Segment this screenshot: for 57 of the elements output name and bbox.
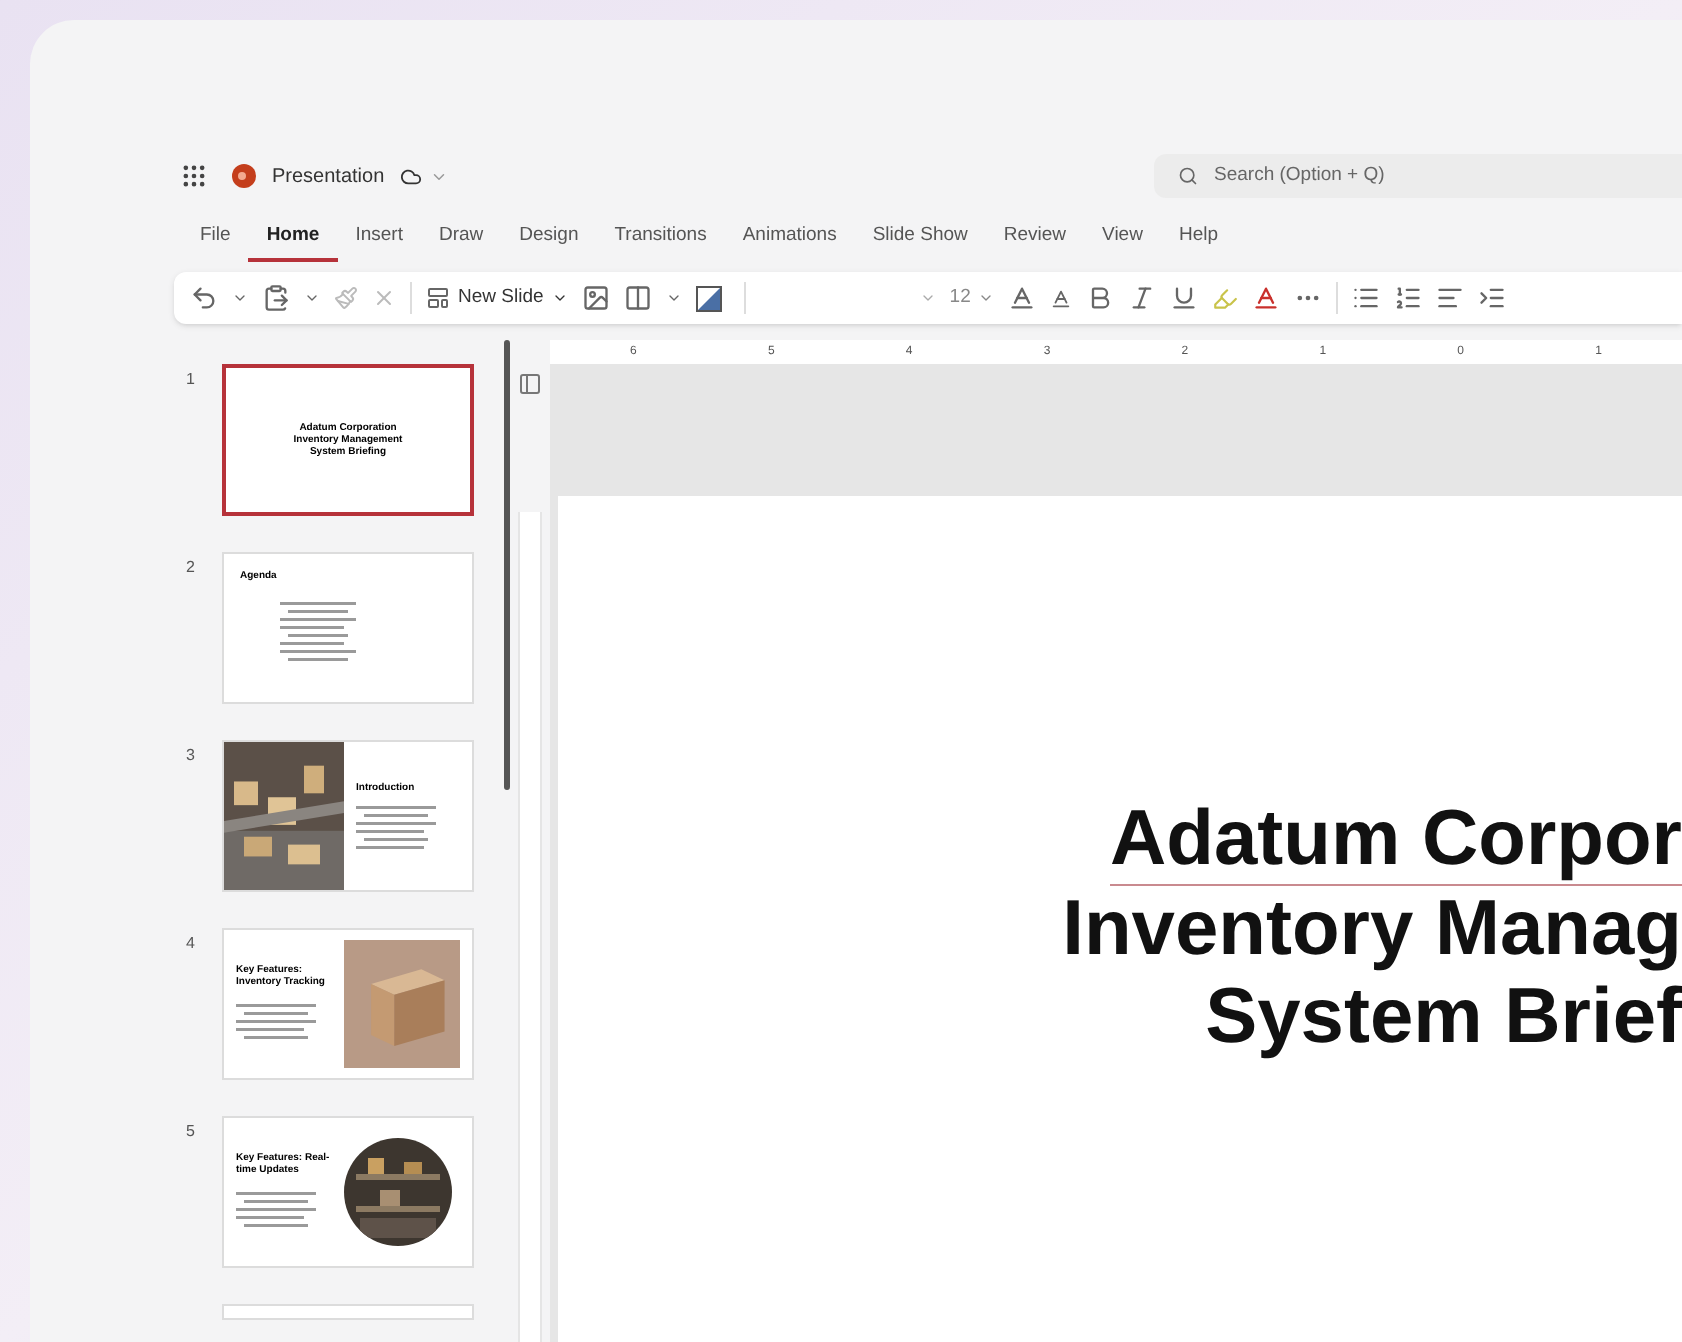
chevron-icon [978, 290, 995, 306]
text-lines-drawing [236, 1192, 316, 1232]
bold-icon[interactable] [1086, 284, 1115, 312]
ribbon-tab[interactable]: View [1084, 214, 1161, 262]
panel-toggle-icon[interactable] [518, 372, 542, 396]
ribbon-tab[interactable]: Draw [420, 214, 502, 262]
numbering-icon[interactable] [1394, 284, 1423, 312]
app-launcher-icon[interactable] [180, 162, 208, 190]
search-field[interactable]: Search (Option + Q) [1154, 154, 1682, 198]
scrollbar[interactable] [504, 340, 510, 790]
underline-icon[interactable] [1170, 284, 1199, 312]
slide-canvas[interactable]: Adatum Corpor Inventory Manag System Brief [558, 496, 1682, 1342]
slide-title: System Brief [1205, 974, 1682, 1062]
new-slide-button[interactable]: New Slide [426, 283, 568, 313]
ribbon-tab[interactable]: Help [1160, 214, 1236, 262]
chevron-icon[interactable] [232, 290, 248, 306]
font-color-icon[interactable] [1252, 284, 1281, 312]
slide-number: 4 [186, 932, 197, 956]
reuse-slide-icon[interactable] [581, 284, 610, 312]
slide-number: 5 [186, 1120, 197, 1144]
slide-layout-icon [426, 286, 450, 310]
ribbon-tab[interactable]: Transitions [596, 214, 725, 262]
bullets-icon[interactable] [1352, 284, 1381, 312]
ribbon-tab[interactable]: Design [501, 214, 597, 262]
text-lines-drawing [356, 805, 436, 853]
ribbon-tab[interactable]: Review [985, 214, 1085, 262]
chevron-icon[interactable] [304, 290, 320, 306]
ribbon-tab[interactable]: Animations [724, 214, 855, 262]
chevron-icon[interactable] [665, 290, 682, 306]
text-lines-drawing [280, 601, 356, 665]
slide-number: 3 [186, 744, 197, 768]
slide-title: Inventory Manag [1062, 886, 1682, 974]
background-icon[interactable] [695, 285, 722, 311]
chevron-icon [919, 290, 936, 306]
ribbon-tab[interactable]: Slide Show [854, 214, 986, 262]
chevron-icon [551, 290, 568, 306]
italic-icon[interactable] [1128, 284, 1157, 312]
align-icon[interactable] [1436, 284, 1465, 312]
font-size-field[interactable]: 12 [949, 283, 995, 313]
paste-icon[interactable] [262, 284, 290, 312]
cloud-icon[interactable] [400, 165, 423, 187]
slide-thumbnail[interactable] [222, 1304, 474, 1320]
ribbon-tab[interactable]: File [182, 214, 249, 262]
document-title[interactable]: Presentation [272, 161, 385, 191]
ribbon-tab[interactable]: Home [248, 214, 338, 262]
app-logo-icon [232, 164, 256, 188]
layout-icon[interactable] [623, 284, 652, 312]
slide-title: Adatum Corpor [1110, 796, 1682, 886]
slide-number: 2 [186, 556, 197, 580]
increase-font-icon[interactable] [1008, 284, 1037, 312]
decrease-font-icon[interactable] [1050, 287, 1073, 309]
indent-icon[interactable] [1478, 284, 1507, 312]
ribbon-tab[interactable]: Insert [337, 214, 421, 262]
search-icon [1178, 166, 1198, 186]
undo-icon[interactable] [190, 284, 218, 312]
slide-number: 1 [186, 368, 197, 392]
text-lines-drawing [236, 1004, 316, 1044]
